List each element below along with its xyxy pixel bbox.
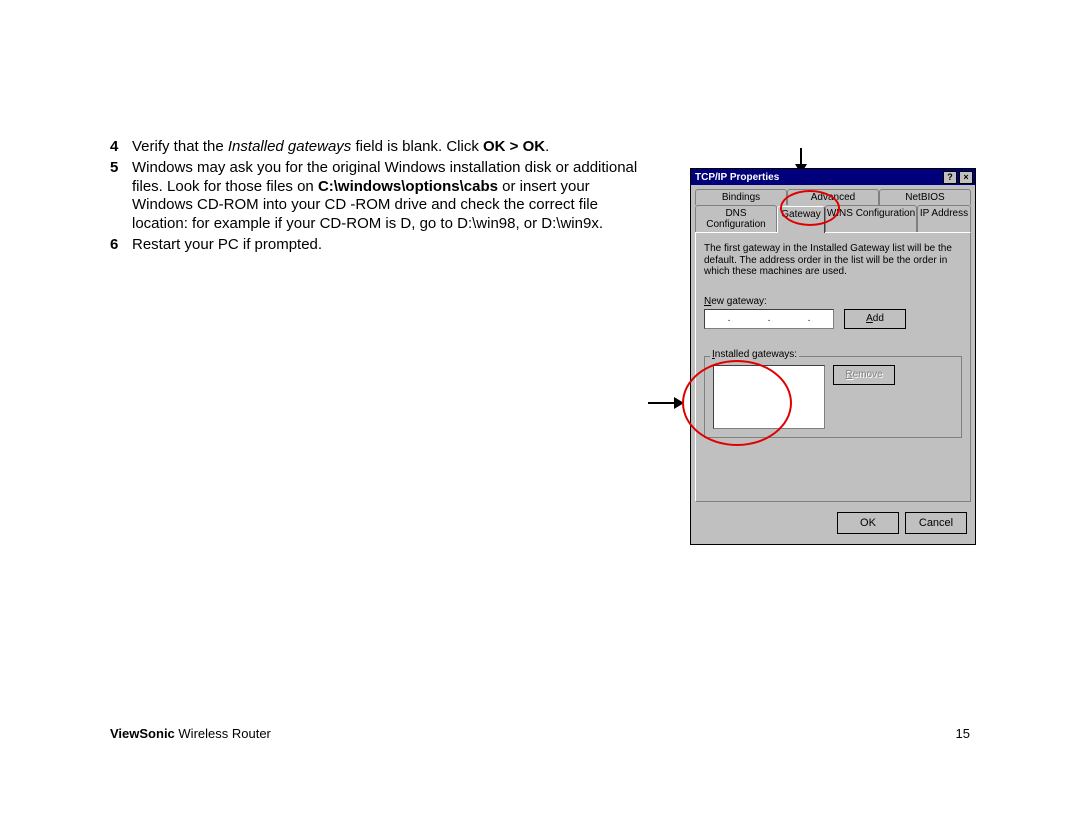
arrow-right-icon: [648, 402, 676, 404]
step-text: Verify that the Installed gateways field…: [132, 138, 650, 157]
cancel-button[interactable]: Cancel: [905, 512, 967, 534]
new-gateway-input[interactable]: . . .: [704, 309, 834, 329]
add-button[interactable]: Add: [844, 309, 906, 329]
footer-left: ViewSonic Wireless Router: [110, 726, 271, 741]
step-4: 4 Verify that the Installed gateways fie…: [110, 138, 650, 157]
new-gateway-label: New gateway:: [704, 296, 962, 307]
tab-ip-address[interactable]: IP Address: [917, 205, 971, 232]
installed-gateways-label: Installed gateways:: [710, 349, 799, 360]
page-number: 15: [956, 726, 970, 741]
arrow-down-icon: [800, 148, 802, 166]
tabs-row-1: Bindings Advanced NetBIOS: [695, 189, 971, 205]
tab-advanced[interactable]: Advanced: [787, 189, 879, 205]
tab-dns-configuration[interactable]: DNS Configuration: [695, 205, 777, 232]
dialog-title: TCP/IP Properties: [695, 172, 779, 183]
tcpip-properties-dialog: TCP/IP Properties ? × Bindings Advanced …: [690, 168, 976, 545]
tab-wins-configuration[interactable]: WINS Configuration: [825, 205, 917, 232]
step-number: 5: [110, 159, 132, 234]
installed-gateways-list[interactable]: [713, 365, 825, 429]
close-button[interactable]: ×: [959, 171, 973, 184]
gateway-hint-text: The first gateway in the Installed Gatew…: [704, 243, 962, 278]
step-text: Windows may ask you for the original Win…: [132, 159, 650, 234]
help-button[interactable]: ?: [943, 171, 957, 184]
tab-bindings[interactable]: Bindings: [695, 189, 787, 205]
tab-netbios[interactable]: NetBIOS: [879, 189, 971, 205]
step-6: 6 Restart your PC if prompted.: [110, 236, 650, 255]
tab-gateway[interactable]: Gateway: [777, 206, 825, 233]
page-footer: ViewSonic Wireless Router 15: [110, 726, 970, 741]
remove-button: Remove: [833, 365, 895, 385]
step-5: 5 Windows may ask you for the original W…: [110, 159, 650, 234]
instruction-list: 4 Verify that the Installed gateways fie…: [110, 138, 650, 255]
tabs-row-2: DNS Configuration Gateway WINS Configura…: [695, 205, 971, 232]
step-number: 4: [110, 138, 132, 157]
step-text: Restart your PC if prompted.: [132, 236, 650, 255]
step-number: 6: [110, 236, 132, 255]
ok-button[interactable]: OK: [837, 512, 899, 534]
gateway-tab-panel: The first gateway in the Installed Gatew…: [695, 232, 971, 502]
installed-gateways-group: Remove: [704, 356, 962, 438]
dialog-titlebar: TCP/IP Properties ? ×: [691, 169, 975, 185]
